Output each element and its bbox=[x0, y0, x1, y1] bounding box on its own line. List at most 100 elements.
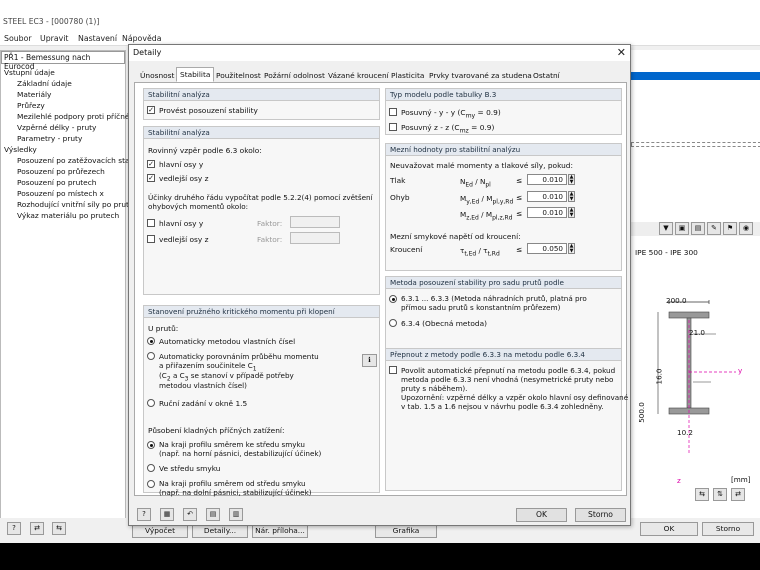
calculate-button[interactable]: Výpočet bbox=[132, 524, 188, 538]
load-label: Působení kladných příčných zatížení: bbox=[148, 426, 285, 435]
spin-icon[interactable]: ▲ ▼ bbox=[568, 207, 575, 218]
spin-icon[interactable]: ▲ ▼ bbox=[568, 191, 575, 202]
torsion-label: Kroucení bbox=[390, 245, 423, 254]
main-ok-button[interactable]: OK bbox=[640, 522, 698, 536]
tool-icon[interactable]: ▣ bbox=[675, 222, 689, 235]
tree-item[interactable]: Posouzení po zatěžovacích stav bbox=[17, 156, 134, 165]
tree-item[interactable]: Rozhodující vnitřní síly po prute bbox=[17, 200, 133, 209]
tree-item[interactable]: Průřezy bbox=[17, 101, 45, 110]
manual-input-radio[interactable] bbox=[147, 399, 155, 407]
tree-item[interactable]: Materiály bbox=[17, 90, 51, 99]
tool-icon[interactable]: ▤ bbox=[691, 222, 705, 235]
dim-label: 21.0 bbox=[689, 328, 706, 337]
graphics-button[interactable]: Grafika bbox=[375, 524, 437, 538]
checkbox-label: vedlejší osy z bbox=[159, 235, 209, 244]
eigenvalue-radio[interactable] bbox=[147, 337, 155, 345]
undo-icon[interactable]: ↶ bbox=[183, 508, 197, 521]
tool-icon[interactable]: ⚑ bbox=[723, 222, 737, 235]
tab-fire-resistance[interactable]: Požární odolnost bbox=[260, 69, 329, 82]
checkbox-label: Povolit automatické přepnutí na metodu p… bbox=[401, 366, 616, 375]
dim-label: 16.0 bbox=[654, 368, 664, 385]
spin-icon[interactable]: ▲ ▼ bbox=[568, 174, 575, 185]
tree-item[interactable]: Posouzení po místech x bbox=[17, 189, 104, 198]
tab-cold-formed[interactable]: Prvky tvarované za studena bbox=[425, 69, 536, 82]
bending-z-limit-field[interactable]: 0.010 bbox=[527, 207, 567, 218]
formula-label: My,Ed / Mpl,y,Rd bbox=[460, 194, 514, 206]
eye-icon[interactable]: ◉ bbox=[739, 222, 753, 235]
tab-resistance[interactable]: Únosnost bbox=[136, 69, 178, 82]
tree-results[interactable]: Výsledky bbox=[4, 145, 37, 154]
model-type-group: Typ modelu podle tabulky B.3 Posuvný - y… bbox=[385, 88, 622, 135]
main-cancel-button[interactable]: Storno bbox=[702, 522, 754, 536]
radio-label: Na kraji profilu směrem ke středu smyku bbox=[159, 440, 305, 449]
bending-y-limit-field[interactable]: 0.010 bbox=[527, 191, 567, 202]
view-icon[interactable]: ⇆ bbox=[695, 488, 709, 501]
tree-item[interactable]: Mezilehlé podpory proti příčném bbox=[17, 112, 137, 121]
ok-button[interactable]: OK bbox=[516, 508, 567, 522]
tree-item[interactable]: Posouzení po průřezech bbox=[17, 167, 105, 176]
tab-warping-torsion[interactable]: Vázané kroucení bbox=[324, 69, 393, 82]
compression-limit-field[interactable]: 0.010 bbox=[527, 174, 567, 185]
sway-z-checkbox[interactable] bbox=[389, 123, 397, 131]
tab-stability[interactable]: Stabilita bbox=[176, 67, 215, 82]
away-shear-center-radio[interactable] bbox=[147, 480, 155, 488]
major-axis-2-checkbox[interactable] bbox=[147, 219, 155, 227]
moment-diagram-radio[interactable] bbox=[147, 352, 155, 360]
view-icon[interactable]: ⇅ bbox=[713, 488, 727, 501]
tab-serviceability[interactable]: Použitelnost bbox=[212, 69, 265, 82]
national-annex-button[interactable]: Nár. příloha... bbox=[252, 524, 308, 538]
right-panel: ▼ ▣ ▤ ✎ ⚑ ◉ IPE 500 - IPE 300 200.0 21.0… bbox=[630, 50, 760, 520]
tree-item[interactable]: Základní údaje bbox=[17, 79, 72, 88]
tree-item[interactable]: Výkaz materiálu po prutech bbox=[17, 211, 119, 220]
close-icon[interactable]: ✕ bbox=[617, 46, 626, 59]
limit-description: Neuvažovat malé momenty a tlakové síly, … bbox=[390, 161, 573, 170]
help-icon[interactable]: ? bbox=[7, 522, 21, 535]
shear-center-radio[interactable] bbox=[147, 464, 155, 472]
tool-icon[interactable]: ⇆ bbox=[52, 522, 66, 535]
bending-label: Ohyb bbox=[390, 193, 410, 202]
minor-axis-2-checkbox[interactable] bbox=[147, 235, 155, 243]
auto-switch-checkbox[interactable] bbox=[389, 366, 397, 374]
minor-axis-checkbox[interactable]: ✓ bbox=[147, 174, 155, 182]
menu-help[interactable]: Nápověda bbox=[122, 34, 161, 43]
details-dialog: Detaily ✕ Únosnost Stabilita Použitelnos… bbox=[128, 44, 631, 526]
tree-item[interactable]: Posouzení po prutech bbox=[17, 178, 96, 187]
tree-item[interactable]: Vzpěrné délky - pruty bbox=[17, 123, 96, 132]
radio-label: metodou vlastních čísel) bbox=[159, 381, 247, 390]
cancel-button[interactable]: Storno bbox=[575, 508, 626, 522]
towards-shear-center-radio[interactable] bbox=[147, 441, 155, 449]
menu-file[interactable]: Soubor bbox=[4, 34, 32, 43]
tree-item[interactable]: Parametry - pruty bbox=[17, 134, 82, 143]
factor-z-field bbox=[290, 232, 340, 244]
major-axis-checkbox[interactable]: ✓ bbox=[147, 160, 155, 168]
tab-plasticity[interactable]: Plasticita bbox=[387, 69, 428, 82]
sway-y-checkbox[interactable] bbox=[389, 108, 397, 116]
menu-edit[interactable]: Upravit bbox=[40, 34, 68, 43]
view-icon[interactable]: ⇄ bbox=[731, 488, 745, 501]
spin-icon[interactable]: ▲ ▼ bbox=[568, 243, 575, 254]
tool-icon[interactable]: ⇄ bbox=[30, 522, 44, 535]
status-bar bbox=[0, 543, 760, 570]
checkbox-label: vedlejší osy z bbox=[159, 174, 209, 183]
method-634-radio[interactable] bbox=[389, 319, 397, 327]
info-icon[interactable]: ℹ bbox=[362, 354, 377, 367]
torsion-limit-field[interactable]: 0.050 bbox=[527, 243, 567, 254]
help-icon[interactable]: ? bbox=[137, 508, 151, 521]
limit-values-group: Mezní hodnoty pro stabilitní analýzu Neu… bbox=[385, 143, 622, 271]
save-icon[interactable]: ▤ bbox=[206, 508, 220, 521]
filter-icon[interactable]: ▼ bbox=[659, 222, 673, 235]
menu-settings[interactable]: Nastavení bbox=[78, 34, 117, 43]
load-icon[interactable]: ▥ bbox=[229, 508, 243, 521]
note-text: Upozornění: vzpěrné délky a vzpěr okolo … bbox=[401, 393, 629, 402]
axis-z-label: z bbox=[677, 476, 681, 485]
le-sign: ≤ bbox=[516, 176, 523, 185]
tool-icon[interactable]: ✎ bbox=[707, 222, 721, 235]
dashed-row bbox=[631, 142, 760, 147]
details-button[interactable]: Detaily... bbox=[192, 524, 248, 538]
case-select[interactable]: PŘ1 - Bemessung nach Eurocod bbox=[1, 51, 125, 71]
method-631-radio[interactable] bbox=[389, 295, 397, 303]
perform-stability-checkbox[interactable]: ✓ bbox=[147, 106, 155, 114]
defaults-icon[interactable]: ▦ bbox=[160, 508, 174, 521]
radio-label: Automaticky porovnáním průběhu momentu bbox=[159, 352, 319, 361]
tab-other[interactable]: Ostatní bbox=[529, 69, 564, 82]
